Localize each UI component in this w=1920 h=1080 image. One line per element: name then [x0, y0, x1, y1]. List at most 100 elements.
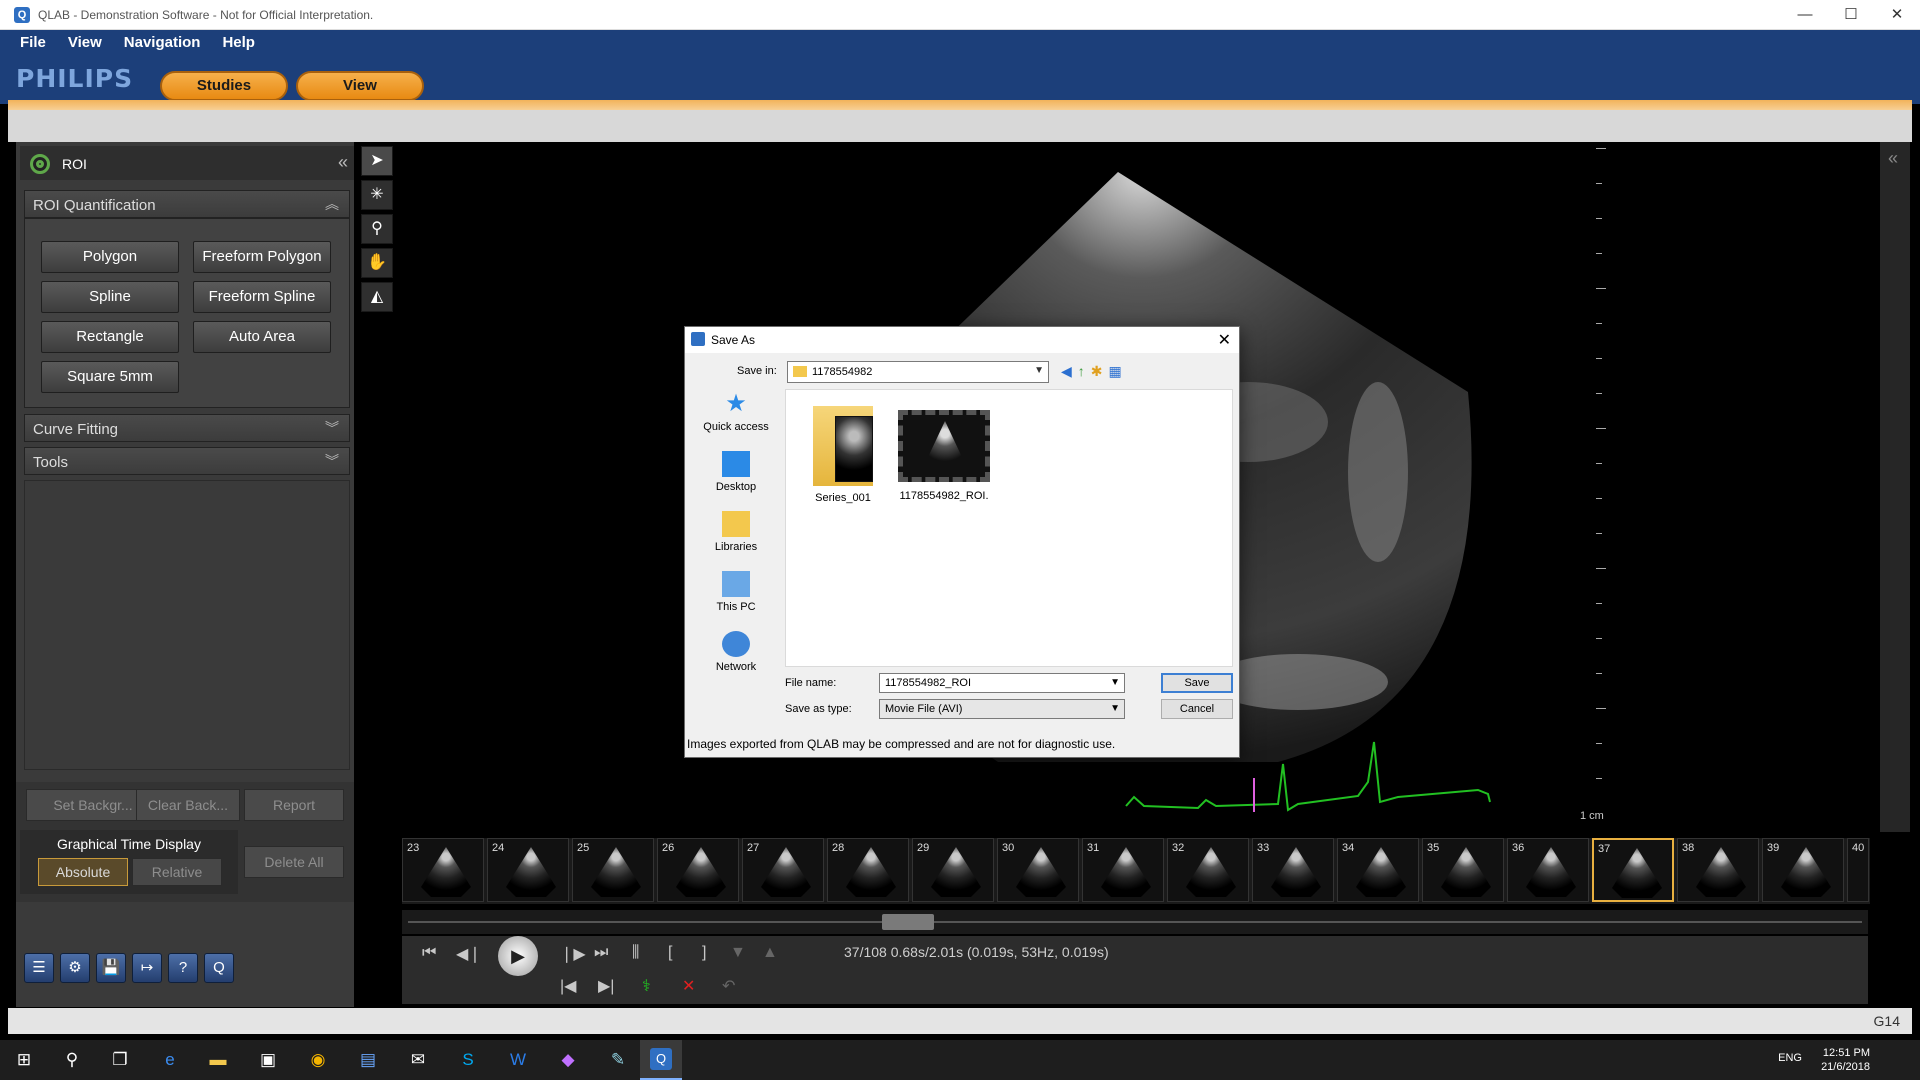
- thumbnail-frame[interactable]: 27: [742, 838, 824, 902]
- settings-icon[interactable]: ⚙: [60, 953, 90, 983]
- undo-icon[interactable]: ↶: [722, 976, 735, 996]
- thumbnail-frame[interactable]: 38: [1677, 838, 1759, 902]
- go-start-icon[interactable]: |◀: [560, 976, 576, 996]
- roi-quantification-header[interactable]: ROI Quantification ︽: [24, 190, 350, 218]
- split-icon[interactable]: ⫼: [632, 944, 639, 962]
- place-libraries[interactable]: Libraries: [691, 511, 781, 553]
- scrubber-handle[interactable]: [882, 914, 934, 930]
- layout-icon[interactable]: ☰: [24, 953, 54, 983]
- pan-tool-icon[interactable]: ✋: [361, 248, 393, 278]
- save-icon[interactable]: 💾: [96, 953, 126, 983]
- new-folder-icon[interactable]: ✱: [1091, 363, 1103, 380]
- file-item-avi[interactable]: 1178554982_ROI.: [894, 406, 994, 502]
- polygon-button[interactable]: Polygon: [41, 241, 179, 273]
- relative-toggle[interactable]: Relative: [132, 858, 222, 886]
- app-window-icon[interactable]: ▤: [356, 1048, 380, 1072]
- thumbnail-frame[interactable]: 26: [657, 838, 739, 902]
- edge-icon[interactable]: e: [158, 1048, 182, 1072]
- arrow-down-icon[interactable]: ▼: [730, 944, 746, 962]
- up-folder-icon[interactable]: ↑: [1078, 363, 1085, 380]
- mark-out-icon[interactable]: ]: [702, 944, 706, 962]
- notes-icon[interactable]: ✎: [606, 1048, 630, 1072]
- go-end-icon[interactable]: ▶|: [598, 976, 614, 996]
- thumbnail-frame[interactable]: 35: [1422, 838, 1504, 902]
- thumbnail-frame[interactable]: 40: [1847, 838, 1869, 902]
- task-view-icon[interactable]: ❐: [108, 1048, 132, 1072]
- file-explorer-icon[interactable]: ▬: [206, 1048, 230, 1072]
- next-frame-icon[interactable]: ❘▶: [560, 944, 586, 964]
- thumbnail-frame[interactable]: 25: [572, 838, 654, 902]
- word-icon[interactable]: W: [506, 1048, 530, 1072]
- expand-right-panel-icon[interactable]: «: [1888, 148, 1898, 169]
- thumbnail-frame[interactable]: 34: [1337, 838, 1419, 902]
- save-in-dropdown[interactable]: 1178554982 ▼: [787, 361, 1049, 383]
- skype-icon[interactable]: S: [456, 1048, 480, 1072]
- last-frame-icon[interactable]: ⏭: [594, 944, 608, 962]
- export-icon[interactable]: ↦: [132, 953, 162, 983]
- mark-in-icon[interactable]: [: [668, 944, 672, 962]
- previous-frame-icon[interactable]: ◀❘: [456, 944, 482, 964]
- language-indicator[interactable]: ENG: [1778, 1052, 1802, 1064]
- clear-background-button[interactable]: Clear Back...: [136, 789, 240, 821]
- first-frame-icon[interactable]: ⏮: [422, 944, 436, 962]
- qlab-taskbar-item[interactable]: Q: [640, 1040, 682, 1080]
- minimize-button[interactable]: —: [1782, 0, 1828, 30]
- pointer-tool-icon[interactable]: ➤: [361, 146, 393, 176]
- zoom-tool-icon[interactable]: ⚲: [361, 214, 393, 244]
- thumbnail-frame[interactable]: 39: [1762, 838, 1844, 902]
- store-icon[interactable]: ▣: [256, 1048, 280, 1072]
- search-icon[interactable]: ⚲: [60, 1048, 84, 1072]
- thumbnail-frame[interactable]: 31: [1082, 838, 1164, 902]
- square-5mm-button[interactable]: Square 5mm: [41, 361, 179, 393]
- timeline-scrubber[interactable]: [402, 910, 1868, 934]
- spline-button[interactable]: Spline: [41, 281, 179, 313]
- delete-all-button[interactable]: Delete All: [244, 846, 344, 878]
- place-desktop[interactable]: Desktop: [691, 451, 781, 493]
- tab-view[interactable]: View: [296, 71, 424, 101]
- curve-fitting-header[interactable]: Curve Fitting ︾: [24, 414, 350, 442]
- report-button[interactable]: Report: [244, 789, 344, 821]
- mail-icon[interactable]: ✉: [406, 1048, 430, 1072]
- file-name-input[interactable]: 1178554982_ROI ▼: [879, 673, 1125, 693]
- close-window-button[interactable]: ✕: [1874, 0, 1920, 30]
- place-this-pc[interactable]: This PC: [691, 571, 781, 613]
- start-icon[interactable]: ⊞: [12, 1048, 36, 1072]
- thumbnail-frame[interactable]: 24: [487, 838, 569, 902]
- help-icon[interactable]: ?: [168, 953, 198, 983]
- tools-header[interactable]: Tools ︾: [24, 447, 350, 475]
- auto-area-button[interactable]: Auto Area: [193, 321, 331, 353]
- menu-view[interactable]: View: [68, 34, 102, 51]
- maximize-button[interactable]: ☐: [1828, 0, 1874, 30]
- place-quick-access[interactable]: ★ Quick access: [691, 391, 781, 434]
- maps-icon[interactable]: ◆: [556, 1048, 580, 1072]
- rectangle-button[interactable]: Rectangle: [41, 321, 179, 353]
- place-network[interactable]: Network: [691, 631, 781, 673]
- thumbnail-frame[interactable]: 32: [1167, 838, 1249, 902]
- qlab-icon[interactable]: Q: [204, 953, 234, 983]
- thumbnail-frame[interactable]: 23: [402, 838, 484, 902]
- thumbnail-frame[interactable]: 30: [997, 838, 1079, 902]
- menu-help[interactable]: Help: [222, 34, 255, 51]
- menu-navigation[interactable]: Navigation: [124, 34, 201, 51]
- menu-file[interactable]: File: [20, 34, 46, 51]
- thumbnail-frame[interactable]: 33: [1252, 838, 1334, 902]
- absolute-toggle[interactable]: Absolute: [38, 858, 128, 886]
- dialog-close-icon[interactable]: ✕: [1218, 330, 1231, 350]
- thumbnail-frame[interactable]: 29: [912, 838, 994, 902]
- adjust-tool-icon[interactable]: ✳: [361, 180, 393, 210]
- clock[interactable]: 12:51 PM 21/6/2018: [1821, 1046, 1870, 1074]
- save-as-type-select[interactable]: Movie File (AVI) ▼: [879, 699, 1125, 719]
- freeform-polygon-button[interactable]: Freeform Polygon: [193, 241, 331, 273]
- file-item-folder[interactable]: Series_001: [798, 406, 888, 504]
- tab-studies[interactable]: Studies: [160, 71, 288, 101]
- chrome-icon[interactable]: ◉: [306, 1048, 330, 1072]
- delete-icon[interactable]: ✕: [682, 976, 695, 996]
- back-icon[interactable]: ◀: [1061, 363, 1072, 380]
- thumbnail-frame[interactable]: 28: [827, 838, 909, 902]
- save-button[interactable]: Save: [1161, 673, 1233, 693]
- play-button[interactable]: ▶: [498, 936, 538, 976]
- freeform-spline-button[interactable]: Freeform Spline: [193, 281, 331, 313]
- cancel-button[interactable]: Cancel: [1161, 699, 1233, 719]
- collapse-panel-icon[interactable]: «: [338, 152, 348, 173]
- ecg-icon[interactable]: ⚕: [642, 976, 651, 996]
